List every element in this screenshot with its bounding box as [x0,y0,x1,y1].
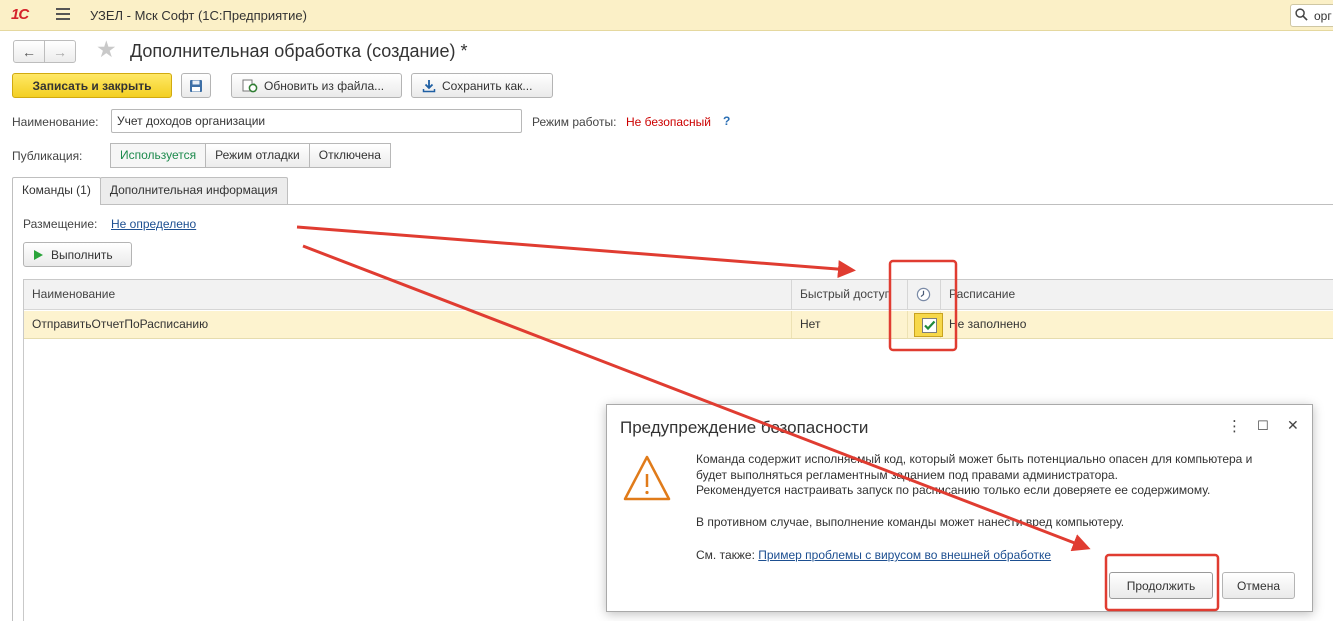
more-icon[interactable]: ⋮ [1227,417,1242,435]
save-and-close-button[interactable]: Записать и закрыть [12,73,172,98]
run-label: Выполнить [51,247,113,262]
name-label: Наименование: [12,115,99,129]
search-icon [1295,8,1308,21]
column-header-quick-access[interactable]: Быстрый доступ [792,280,908,309]
main-menu-icon[interactable] [56,8,70,22]
cell-schedule[interactable]: Не заполнено [941,311,1333,338]
security-warning-dialog: Предупреждение безопасности ⋮ ☐ ✕ Команд… [606,404,1313,612]
dialog-message-line: В противном случае, выполнение команды м… [696,514,1125,529]
back-button[interactable]: ← [13,40,45,63]
reload-from-file-button[interactable]: Обновить из файла... [231,73,402,98]
publication-label: Публикация: [12,149,83,163]
page-title: Дополнительная обработка (создание) * [130,41,468,61]
play-icon [34,249,43,260]
mode-value-link[interactable]: Не безопасный [626,115,711,129]
virus-example-link[interactable]: Пример проблемы с вирусом во внешней обр… [758,548,1051,562]
warning-icon [623,455,671,501]
global-search-input[interactable]: орг [1290,4,1333,27]
arrow-right-icon: → [53,43,67,60]
column-header-name[interactable]: Наименование [24,280,792,309]
see-also: См. также: Пример проблемы с вирусом во … [696,548,1051,562]
cell-command-name: ОтправитьОтчетПоРасписанию [24,311,792,338]
mode-label: Режим работы: [532,115,617,129]
help-question-icon[interactable]: ? [723,114,730,128]
scheduled-checkbox[interactable] [922,318,937,333]
publication-option-debug[interactable]: Режим отладки [205,143,310,168]
continue-button[interactable]: Продолжить [1109,572,1213,599]
cancel-button[interactable]: Отмена [1222,572,1295,599]
search-query: орг [1314,9,1332,23]
table-row[interactable]: ОтправитьОтчетПоРасписанию Нет Не заполн… [24,311,1333,339]
placement-label: Размещение: [23,217,98,231]
favorite-star-icon[interactable]: ★ [96,38,117,61]
checkmark-icon [924,320,936,331]
dialog-message: Команда содержит исполняемый код, которы… [696,452,1301,530]
see-also-label: См. также: [696,548,755,562]
save-button[interactable] [181,73,211,98]
scheduled-checkbox-cell [914,313,943,337]
cell-scheduled [908,311,943,338]
cell-quick-access[interactable]: Нет [792,311,908,338]
dialog-message-line: Рекомендуется настраивать запуск по расп… [696,483,1211,498]
name-input[interactable] [111,109,522,133]
maximize-icon[interactable]: ☐ [1257,418,1269,434]
forward-button[interactable]: → [44,40,76,63]
reload-label: Обновить из файла... [264,78,385,93]
save-as-button[interactable]: Сохранить как... [411,73,553,98]
save-as-label: Сохранить как... [442,78,533,93]
reload-file-icon [242,79,258,92]
arrow-left-icon: ← [22,43,36,60]
dialog-message-line: Команда содержит исполняемый код, которы… [696,452,1253,466]
tab-additional-info[interactable]: Дополнительная информация [99,177,288,204]
download-icon [422,79,436,92]
publication-selector: Используется Режим отладки Отключена [110,143,391,168]
tab-commands[interactable]: Команды (1) [12,177,101,205]
publication-option-disabled[interactable]: Отключена [308,143,391,168]
window-title: УЗЕЛ - Мск Софт (1С:Предприятие) [90,8,307,23]
app-logo: 1С [11,6,29,23]
run-button[interactable]: Выполнить [23,242,132,267]
close-icon[interactable]: ✕ [1287,417,1299,434]
publication-option-used[interactable]: Используется [110,143,207,168]
clock-icon [916,287,931,302]
column-header-schedule[interactable]: Расписание [941,280,1333,309]
title-bar: 1С УЗЕЛ - Мск Софт (1С:Предприятие) орг [0,0,1333,31]
dialog-title: Предупреждение безопасности [620,418,869,437]
placement-value-link[interactable]: Не определено [111,217,196,231]
floppy-disk-icon [190,79,202,92]
column-header-scheduled[interactable] [908,280,941,309]
table-header: Наименование Быстрый доступ Расписание [24,280,1333,310]
tab-bar: Команды (1) Дополнительная информация [12,177,288,205]
dialog-message-line: будет выполняться регламентным заданием … [696,467,1118,482]
